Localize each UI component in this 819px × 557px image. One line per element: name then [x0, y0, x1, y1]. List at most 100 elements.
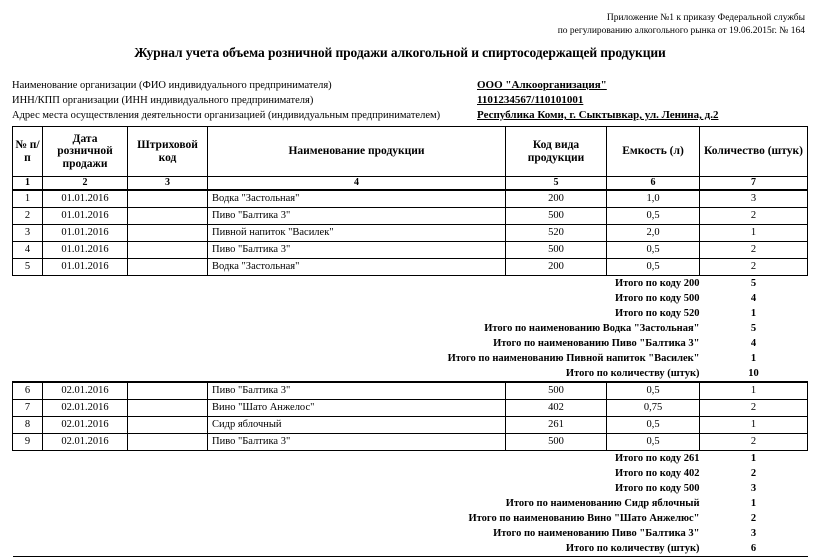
subtotal-value: 3	[750, 528, 757, 539]
column-number-1: 1	[12, 176, 43, 191]
subtotal-value: 5	[750, 323, 757, 334]
column-number-6: 6	[606, 176, 700, 191]
organization-name-value: ООО "Алкоорганизация"	[477, 79, 607, 91]
column-header-product-code: Код вида продукции	[505, 126, 607, 177]
row-product-code: 261	[505, 416, 607, 434]
row-date: 02.01.2016	[42, 433, 128, 451]
subtotal-label: Итого по количеству (штук)	[565, 368, 700, 379]
subtotal-label: Итого по наименованию Сидр яблочный	[505, 498, 700, 509]
row-volume: 0,5	[606, 241, 700, 259]
row-barcode	[127, 241, 208, 259]
row-barcode	[127, 258, 208, 276]
row-product-name: Пивной напиток "Василек"	[207, 224, 506, 242]
table-row: 7 02.01.2016 Вино "Шато Анжелос" 402 0,75 2	[12, 399, 808, 417]
row-quantity: 1	[699, 224, 808, 242]
subtotal-label: Итого по коду 500	[614, 293, 700, 304]
row-date: 01.01.2016	[42, 241, 128, 259]
row-volume: 2,0	[606, 224, 700, 242]
subtotal-label: Итого по наименованию Вино "Шато Анжелюс…	[468, 513, 700, 524]
sales-journal-table: № п/п Дата розничной продажи Штриховой к…	[12, 126, 808, 557]
row-product-code: 520	[505, 224, 607, 242]
column-header-number: № п/п	[12, 126, 43, 177]
table-row: 4 01.01.2016 Пиво "Балтика 3" 500 0,5 2	[12, 241, 808, 259]
subtotal-row: Итого по наименованию Пивной напиток "Ва…	[13, 351, 808, 366]
row-product-code: 500	[505, 207, 607, 225]
subtotal-row: Итого по количеству (штук) 10	[13, 366, 808, 381]
table-row: 3 01.01.2016 Пивной напиток "Василек" 520 2,…	[12, 224, 808, 242]
appendix-line-1: Приложение №1 к приказу Федеральной служ…	[606, 13, 805, 23]
subtotal-label: Итого по наименованию Водка "Застольная"	[484, 323, 700, 334]
column-number-4: 4	[207, 176, 506, 191]
row-volume: 0,5	[606, 416, 700, 434]
organization-info: Наименование организации (ФИО индивидуал…	[12, 79, 807, 124]
subtotal-value: 3	[750, 483, 757, 494]
subtotal-row: Итого по коду 402 2	[13, 466, 808, 481]
row-product-code: 200	[505, 189, 607, 208]
column-number-7: 7	[699, 176, 808, 191]
subtotal-value: 1	[750, 453, 757, 464]
subtotal-value: 10	[748, 368, 759, 379]
row-barcode	[127, 416, 208, 434]
row-number: 6	[12, 381, 43, 400]
subtotal-row: Итого по наименованию Пиво "Балтика 3" 4	[13, 336, 808, 351]
organization-address-label: Адрес места осуществления деятельности о…	[12, 110, 441, 121]
column-number-row: 1 2 3 4 5 6 7	[12, 176, 808, 191]
row-product-name: Водка "Застольная"	[207, 189, 506, 208]
row-quantity: 1	[699, 416, 808, 434]
organization-address-value: Республика Коми, г. Сыктывкар, ул. Ленин…	[477, 109, 719, 121]
subtotal-value: 4	[750, 293, 757, 304]
row-date: 02.01.2016	[42, 399, 128, 417]
appendix-note: Приложение №1 к приказу Федеральной служ…	[0, 12, 805, 38]
subtotal-block: Итого по коду 261 1 Итого по коду 402 2 Итог…	[12, 450, 808, 557]
row-product-name: Пиво "Балтика 3"	[207, 381, 506, 400]
subtotal-label: Итого по наименованию Пиво "Балтика 3"	[493, 528, 700, 539]
column-number-5: 5	[505, 176, 607, 191]
subtotal-value: 2	[750, 468, 757, 479]
column-header-barcode: Штриховой код	[127, 126, 208, 177]
row-volume: 0,5	[606, 258, 700, 276]
row-volume: 0,5	[606, 433, 700, 451]
row-product-name: Вино "Шато Анжелос"	[207, 399, 506, 417]
subtotal-row: Итого по коду 200 5	[13, 276, 808, 291]
subtotal-label: Итого по количеству (штук)	[565, 543, 700, 554]
organization-name-label: Наименование организации (ФИО индивидуал…	[12, 80, 332, 91]
row-number: 8	[12, 416, 43, 434]
row-barcode	[127, 433, 208, 451]
row-product-name: Пиво "Балтика 3"	[207, 207, 506, 225]
row-product-code: 200	[505, 258, 607, 276]
row-quantity: 1	[699, 381, 808, 400]
subtotal-row: Итого по коду 520 1	[13, 306, 808, 321]
row-number: 9	[12, 433, 43, 451]
row-quantity: 2	[699, 433, 808, 451]
subtotal-row: Итого по коду 500 4	[13, 291, 808, 306]
row-barcode	[127, 399, 208, 417]
organization-inn-kpp-value: 1101234567/110101001	[477, 94, 584, 106]
row-barcode	[127, 207, 208, 225]
organization-inn-kpp-label: ИНН/КПП организации (ИНН индивидуального…	[12, 95, 314, 106]
row-number: 3	[12, 224, 43, 242]
row-date: 01.01.2016	[42, 224, 128, 242]
subtotal-label: Итого по коду 261	[614, 453, 700, 464]
row-volume: 0,75	[606, 399, 700, 417]
row-product-code: 500	[505, 433, 607, 451]
subtotal-value: 1	[750, 353, 757, 364]
subtotal-value: 4	[750, 338, 757, 349]
row-date: 02.01.2016	[42, 416, 128, 434]
column-number-3: 3	[127, 176, 208, 191]
subtotal-label: Итого по коду 200	[614, 278, 700, 289]
appendix-line-2: по регулированию алкогольного рынка от 1…	[557, 26, 805, 36]
row-date: 01.01.2016	[42, 207, 128, 225]
row-barcode	[127, 189, 208, 208]
subtotal-label: Итого по коду 520	[614, 308, 700, 319]
subtotal-row: Итого по коду 261 1	[13, 451, 808, 466]
row-date: 01.01.2016	[42, 258, 128, 276]
row-quantity: 2	[699, 258, 808, 276]
row-product-code: 500	[505, 241, 607, 259]
row-quantity: 3	[699, 189, 808, 208]
row-product-name: Водка "Застольная"	[207, 258, 506, 276]
row-volume: 1,0	[606, 189, 700, 208]
row-volume: 0,5	[606, 207, 700, 225]
subtotal-value: 5	[750, 278, 757, 289]
organization-name-row: Наименование организации (ФИО индивидуал…	[12, 79, 807, 94]
table-header-row: № п/п Дата розничной продажи Штриховой к…	[12, 126, 808, 177]
